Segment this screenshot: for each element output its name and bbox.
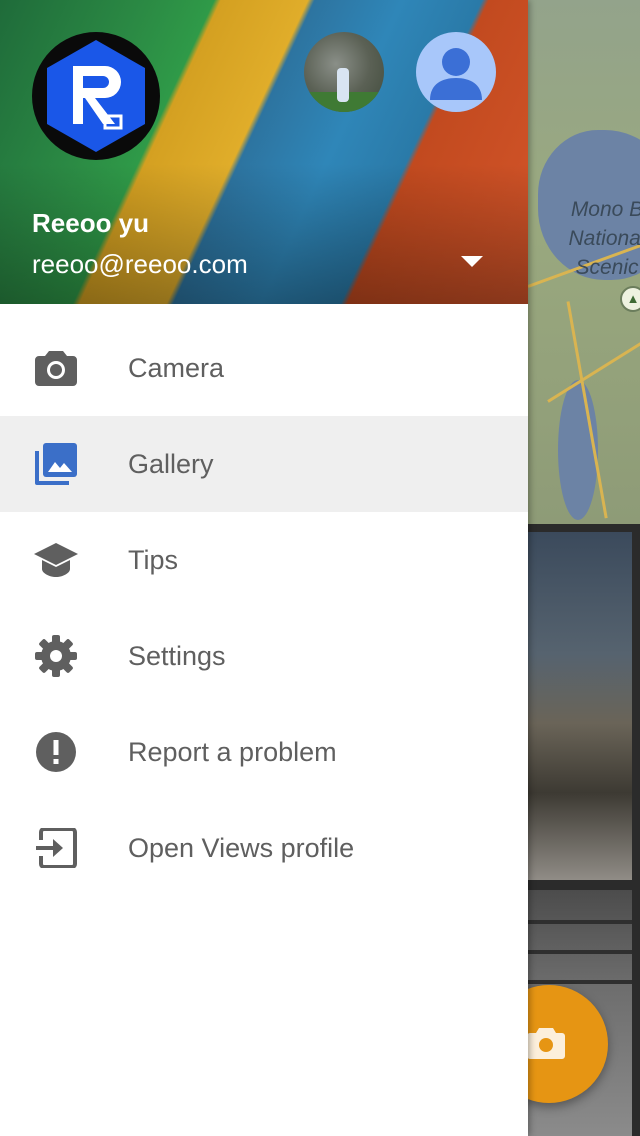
account-avatar-photo[interactable]: [304, 32, 384, 112]
menu-item-label: Gallery: [128, 449, 214, 479]
gear-icon: [32, 632, 80, 680]
menu-item-label: Report a problem: [128, 737, 337, 767]
drawer-menu: Camera Gallery Tips Settings Report a pr…: [0, 304, 528, 896]
map-label: Mono B National Scenic: [568, 198, 640, 279]
app-screen: Mono B National Scenic ▲ Reeoo yu reeoo@…: [0, 0, 640, 1136]
gallery-icon: [32, 440, 80, 488]
menu-item-label: Camera: [128, 353, 225, 383]
map-road: [547, 336, 640, 403]
photo-detail: [528, 920, 632, 924]
photo-detail: [528, 950, 632, 954]
account-name: Reeoo yu: [32, 208, 150, 238]
photo-detail: [337, 68, 349, 102]
account-email: reeoo@reeoo.com: [32, 249, 248, 279]
drawer-header: Reeoo yu reeoo@reeoo.com: [0, 0, 528, 304]
menu-item-gallery[interactable]: Gallery: [0, 416, 528, 512]
menu-item-tips[interactable]: Tips: [0, 512, 528, 608]
photo-detail: [528, 980, 632, 984]
menu-item-camera[interactable]: Camera: [0, 320, 528, 416]
camera-icon: [32, 344, 80, 392]
menu-item-label: Open Views profile: [128, 833, 355, 863]
menu-item-label: Settings: [128, 641, 226, 671]
map-tree-icon[interactable]: ▲: [620, 286, 640, 312]
gallery-photo[interactable]: [528, 532, 632, 880]
account-avatar-placeholder[interactable]: [416, 32, 496, 112]
caret-down-icon: [461, 256, 483, 267]
open-profile-icon: [32, 824, 80, 872]
menu-item-open-views-profile[interactable]: Open Views profile: [0, 800, 528, 896]
menu-item-label: Tips: [128, 545, 179, 575]
account-switcher-button[interactable]: [452, 248, 492, 276]
map-view[interactable]: Mono B National Scenic ▲: [528, 0, 640, 524]
camera-icon: [527, 1028, 565, 1059]
reeoo-logo-icon: [47, 40, 145, 152]
menu-item-settings[interactable]: Settings: [0, 608, 528, 704]
person-icon: [430, 48, 482, 100]
current-account-avatar[interactable]: [32, 32, 160, 160]
navigation-drawer: Reeoo yu reeoo@reeoo.com Camera Gallery …: [0, 0, 528, 1136]
menu-item-report-problem[interactable]: Report a problem: [0, 704, 528, 800]
alert-icon: [32, 728, 80, 776]
graduation-cap-icon: [32, 536, 80, 584]
